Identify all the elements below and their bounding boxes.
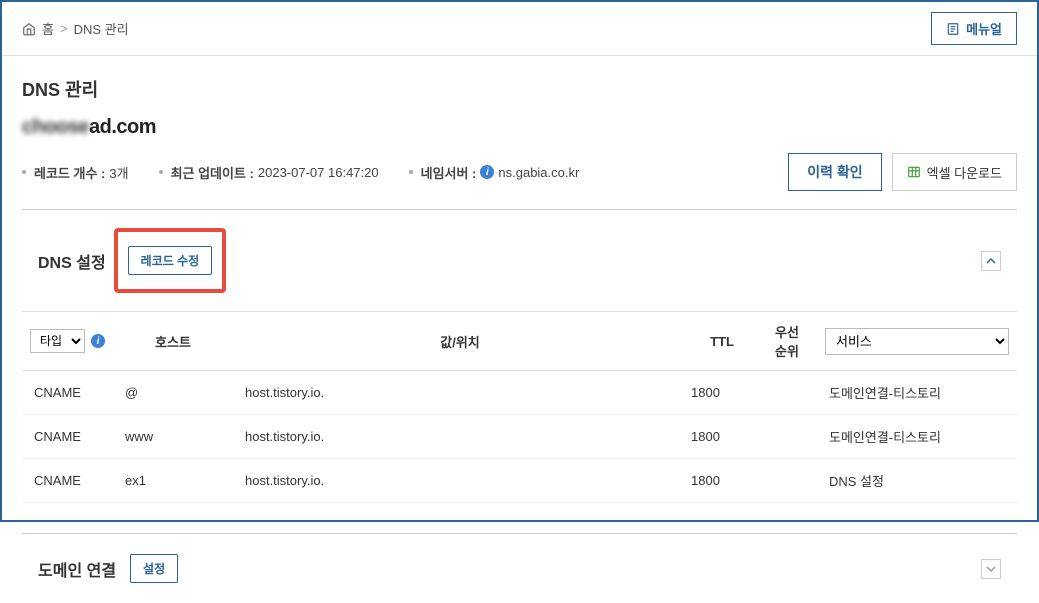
content-area: DNS 관리 choosead.com 레코드 개수 : 3개 최근 업데이트 … xyxy=(2,56,1037,603)
dns-table-body: CNAME @ host.tistory.io. 1800 도메인연결-티스토리… xyxy=(22,371,1017,503)
nameserver-item: 네임서버 : i ns.gabia.co.kr xyxy=(409,163,580,182)
th-value: 값/위치 xyxy=(233,312,687,371)
info-left: 레코드 개수 : 3개 최근 업데이트 : 2023-07-07 16:47:2… xyxy=(22,163,579,182)
bullet-dot xyxy=(159,170,163,174)
record-count-label: 레코드 개수 : xyxy=(34,163,105,182)
cell-priority xyxy=(757,371,817,415)
info-icon[interactable]: i xyxy=(480,165,494,179)
collapse-toggle[interactable] xyxy=(981,251,1001,271)
domain-name: choosead.com xyxy=(22,116,1017,139)
th-ttl: TTL xyxy=(687,312,757,371)
table-row: CNAME ex1 host.tistory.io. 1800 DNS 설정 xyxy=(22,459,1017,503)
record-count-value: 3개 xyxy=(109,163,128,182)
expand-toggle[interactable] xyxy=(981,559,1001,579)
manual-icon xyxy=(946,22,960,36)
cell-value: host.tistory.io. xyxy=(233,415,687,459)
table-row: CNAME www host.tistory.io. 1800 도메인연결-티스… xyxy=(22,415,1017,459)
excel-download-button[interactable]: 엑셀 다운로드 xyxy=(892,153,1017,191)
dns-settings-section-header: DNS 설정 레코드 수정 xyxy=(22,209,1017,311)
nameserver-label: 네임서버 : xyxy=(421,163,477,182)
table-row: CNAME @ host.tistory.io. 1800 도메인연결-티스토리 xyxy=(22,371,1017,415)
info-icon[interactable]: i xyxy=(91,334,105,348)
cell-service: 도메인연결-티스토리 xyxy=(817,415,1017,459)
cell-service: 도메인연결-티스토리 xyxy=(817,371,1017,415)
manual-button-label: 메뉴얼 xyxy=(966,19,1002,38)
domain-link-title: 도메인 연결 xyxy=(38,557,116,581)
type-filter-select[interactable]: 타입 xyxy=(30,329,85,353)
excel-icon xyxy=(907,165,921,179)
info-row: 레코드 개수 : 3개 최근 업데이트 : 2023-07-07 16:47:2… xyxy=(22,153,1017,191)
cell-value: host.tistory.io. xyxy=(233,371,687,415)
breadcrumb: 홈 > DNS 관리 xyxy=(22,19,129,38)
domain-link-left: 도메인 연결 설정 xyxy=(38,554,178,583)
cell-value: host.tistory.io. xyxy=(233,459,687,503)
th-host: 호스트 xyxy=(113,312,233,371)
th-type: 타입 i xyxy=(22,312,113,371)
cell-type: CNAME xyxy=(22,371,113,415)
breadcrumb-bar: 홈 > DNS 관리 메뉴얼 xyxy=(2,2,1037,56)
domain-suffix: ad.com xyxy=(89,116,156,138)
breadcrumb-home[interactable]: 홈 xyxy=(42,19,54,38)
dns-records-table: 타입 i 호스트 값/위치 TTL 우선 순위 서비스 CNAME xyxy=(22,311,1017,503)
last-update-item: 최근 업데이트 : 2023-07-07 16:47:20 xyxy=(159,163,379,182)
section-header-left: DNS 설정 레코드 수정 xyxy=(38,228,226,293)
excel-download-label: 엑셀 다운로드 xyxy=(927,163,1002,182)
record-count-item: 레코드 개수 : 3개 xyxy=(22,163,129,182)
history-button[interactable]: 이력 확인 xyxy=(788,153,881,191)
th-service: 서비스 xyxy=(817,312,1017,371)
page-title: DNS 관리 xyxy=(22,76,1017,102)
edit-record-button[interactable]: 레코드 수정 xyxy=(128,246,213,275)
domain-blurred-part: choose xyxy=(22,116,89,139)
cell-type: CNAME xyxy=(22,459,113,503)
domain-link-section-header: 도메인 연결 설정 xyxy=(22,533,1017,603)
th-priority: 우선 순위 xyxy=(757,312,817,371)
manual-button[interactable]: 메뉴얼 xyxy=(931,12,1017,45)
bullet-dot xyxy=(409,170,413,174)
info-right: 이력 확인 엑셀 다운로드 xyxy=(788,153,1017,191)
last-update-label: 최근 업데이트 : xyxy=(171,163,254,182)
home-icon[interactable] xyxy=(22,22,36,36)
cell-ttl: 1800 xyxy=(687,459,757,503)
cell-host: ex1 xyxy=(113,459,233,503)
cell-priority xyxy=(757,415,817,459)
cell-ttl: 1800 xyxy=(687,371,757,415)
cell-type: CNAME xyxy=(22,415,113,459)
dns-settings-title: DNS 설정 xyxy=(38,249,106,273)
last-update-value: 2023-07-07 16:47:20 xyxy=(258,165,379,180)
cell-service: DNS 설정 xyxy=(817,459,1017,503)
service-filter-select[interactable]: 서비스 xyxy=(825,328,1009,355)
cell-ttl: 1800 xyxy=(687,415,757,459)
cell-host: @ xyxy=(113,371,233,415)
nameserver-value: ns.gabia.co.kr xyxy=(498,165,579,180)
bullet-dot xyxy=(22,170,26,174)
breadcrumb-separator: > xyxy=(60,21,68,36)
cell-priority xyxy=(757,459,817,503)
highlight-box: 레코드 수정 xyxy=(114,228,227,293)
breadcrumb-current: DNS 관리 xyxy=(74,19,129,38)
cell-host: www xyxy=(113,415,233,459)
domain-link-settings-button[interactable]: 설정 xyxy=(130,554,178,583)
